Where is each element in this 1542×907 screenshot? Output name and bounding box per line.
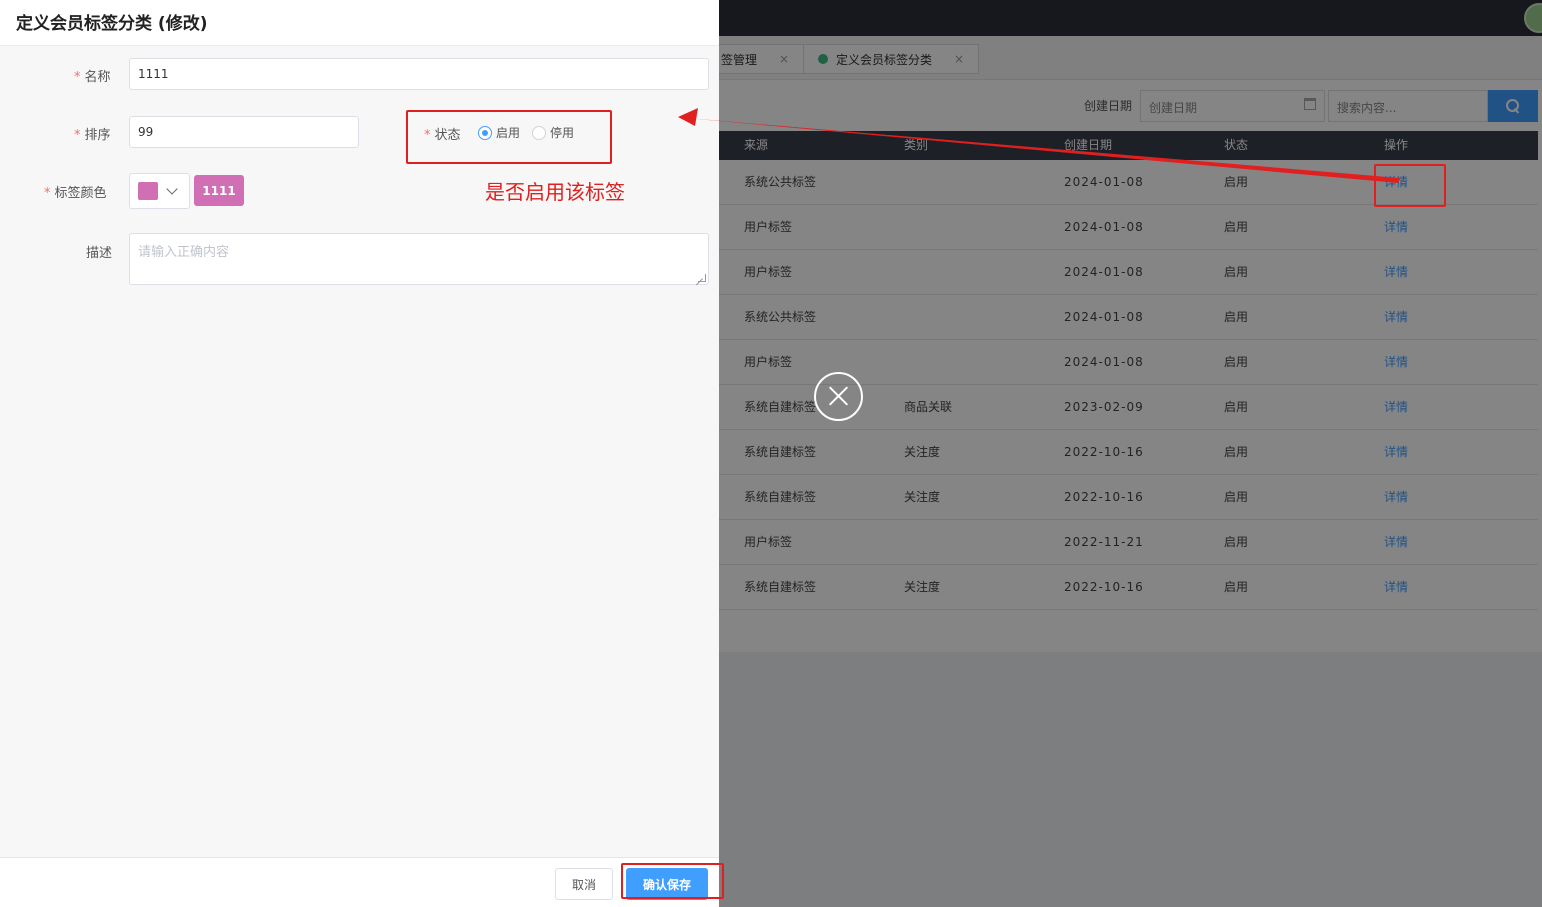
sort-label: * 排序 bbox=[74, 124, 111, 143]
annotation-text: 是否启用该标签 bbox=[485, 180, 625, 204]
color-picker[interactable] bbox=[129, 173, 190, 209]
sort-input[interactable]: 99 bbox=[129, 116, 359, 148]
name-input[interactable]: 1111 bbox=[129, 58, 709, 90]
annotation-box-save bbox=[621, 863, 724, 899]
color-label: * 标签颜色 bbox=[44, 182, 107, 201]
description-label: 描述 bbox=[86, 246, 113, 261]
color-swatch bbox=[138, 182, 158, 200]
label-text: 排序 bbox=[84, 128, 111, 143]
description-textarea[interactable]: 请输入正确内容 bbox=[129, 233, 709, 285]
description-placeholder: 请输入正确内容 bbox=[138, 245, 230, 260]
name-label: * 名称 bbox=[74, 66, 111, 85]
chevron-down-icon bbox=[166, 183, 178, 195]
required-mark: * bbox=[74, 70, 81, 85]
label-text: 名称 bbox=[84, 70, 111, 85]
required-mark: * bbox=[74, 128, 81, 143]
annotation-box-status bbox=[406, 110, 612, 164]
label-text: 标签颜色 bbox=[54, 186, 107, 201]
close-circle-icon[interactable] bbox=[814, 372, 863, 421]
annotation-box-detail bbox=[1374, 164, 1446, 207]
tag-preview: 1111 bbox=[194, 175, 244, 206]
required-mark: * bbox=[44, 186, 51, 201]
drawer-title: 定义会员标签分类 (修改) bbox=[16, 14, 208, 34]
cancel-button[interactable]: 取消 bbox=[555, 868, 613, 900]
resize-handle-icon[interactable] bbox=[698, 274, 706, 282]
drawer-header: 定义会员标签分类 (修改) bbox=[0, 0, 719, 46]
